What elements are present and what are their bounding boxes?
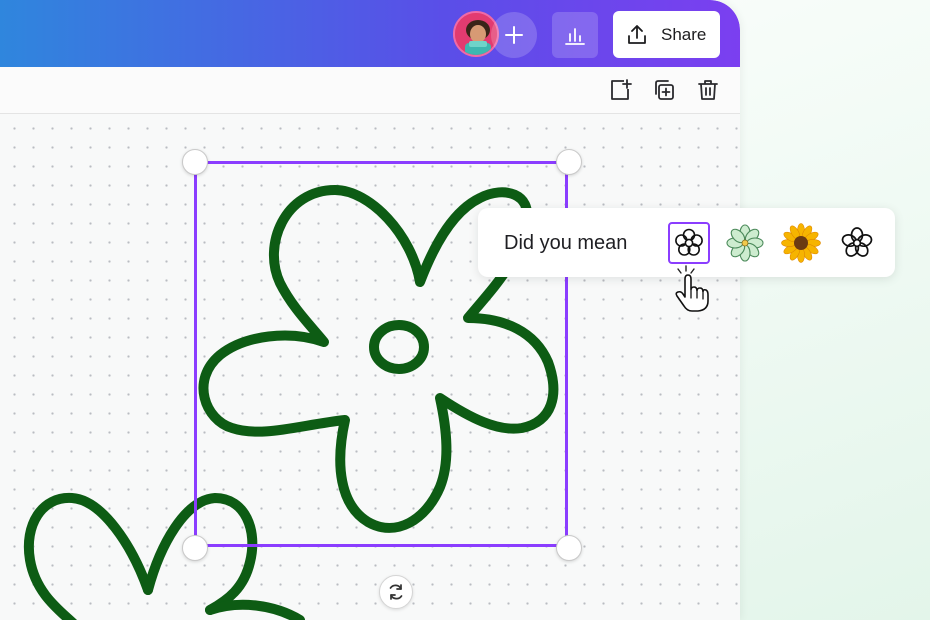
suggestion-outline-flower-alt[interactable] bbox=[836, 222, 878, 264]
pointer-hand-icon bbox=[675, 265, 709, 312]
trash-icon bbox=[698, 80, 718, 100]
duplicate-page-icon bbox=[655, 80, 674, 100]
plus-icon bbox=[505, 26, 523, 44]
add-page-button[interactable] bbox=[607, 77, 633, 103]
rotate-icon bbox=[389, 584, 403, 600]
upload-icon bbox=[628, 24, 646, 44]
sunflower-icon bbox=[781, 223, 821, 263]
editor-window: Share bbox=[0, 0, 740, 620]
add-page-icon bbox=[611, 79, 632, 100]
delete-page-button[interactable] bbox=[695, 77, 721, 103]
share-button[interactable]: Share bbox=[613, 11, 720, 58]
mint-flower-icon bbox=[726, 224, 764, 262]
share-label: Share bbox=[661, 24, 707, 44]
suggestion-sunflower[interactable] bbox=[780, 222, 822, 264]
resize-handle-bottom-left[interactable] bbox=[182, 535, 208, 561]
flower-outline-alt-icon bbox=[841, 227, 873, 257]
resize-handle-bottom-right[interactable] bbox=[556, 535, 582, 561]
rotate-handle[interactable] bbox=[379, 575, 413, 609]
page-toolbar bbox=[0, 67, 740, 114]
top-bar: Share bbox=[0, 0, 740, 67]
suggestion-mint-flower[interactable] bbox=[724, 222, 766, 264]
flower-outline-icon bbox=[675, 228, 703, 256]
suggestion-label: Did you mean bbox=[504, 232, 628, 254]
resize-handle-top-left[interactable] bbox=[182, 149, 208, 175]
analytics-button[interactable] bbox=[552, 12, 598, 58]
resize-handle-top-right[interactable] bbox=[556, 149, 582, 175]
duplicate-page-button[interactable] bbox=[651, 77, 677, 103]
bar-chart-icon bbox=[565, 28, 585, 45]
suggestion-outline-flower[interactable] bbox=[668, 222, 710, 264]
add-collaborator-button[interactable] bbox=[491, 12, 537, 58]
